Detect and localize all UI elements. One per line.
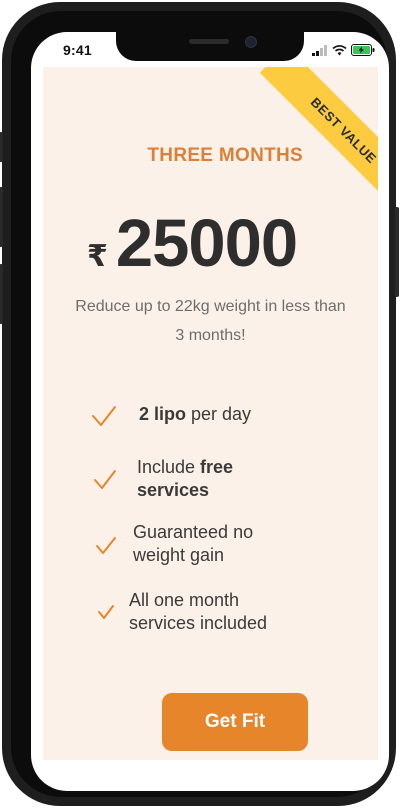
phone-bezel: 9:41 BEST VALUE THREE MONTHS ₹ 25000 Red… xyxy=(11,11,389,797)
check-icon xyxy=(94,470,116,489)
check-icon xyxy=(96,537,116,554)
feature-text: Include free services xyxy=(137,457,234,500)
check-icon xyxy=(92,406,116,426)
volume-up-button xyxy=(0,187,3,247)
speaker xyxy=(189,39,229,44)
volume-down-button xyxy=(0,264,3,324)
pricing-card: BEST VALUE THREE MONTHS ₹ 25000 Reduce u… xyxy=(43,67,378,760)
signal-icon xyxy=(312,44,327,56)
status-icons xyxy=(312,44,375,56)
get-fit-button[interactable]: Get Fit xyxy=(162,693,308,751)
front-camera xyxy=(245,36,257,48)
battery-charging-icon xyxy=(351,44,375,56)
feature-text: All one month services included xyxy=(129,590,268,633)
phone-frame: 9:41 BEST VALUE THREE MONTHS ₹ 25000 Red… xyxy=(0,2,399,806)
feature-item: 2 lipo per day xyxy=(91,403,251,427)
feature-item: All one month services included xyxy=(97,589,309,635)
feature-list: 2 lipo per day Include free services Gua… xyxy=(43,67,378,667)
wifi-icon xyxy=(332,44,347,55)
screen: 9:41 BEST VALUE THREE MONTHS ₹ 25000 Red… xyxy=(31,32,389,791)
status-time: 9:41 xyxy=(63,42,92,58)
feature-text: Guaranteed no weight gain xyxy=(133,522,254,565)
power-button xyxy=(395,207,399,297)
notch xyxy=(116,32,304,61)
check-icon xyxy=(98,605,114,619)
mute-switch xyxy=(0,132,3,162)
feature-item: Guaranteed no weight gain xyxy=(95,521,303,567)
feature-text: 2 lipo per day xyxy=(139,404,252,424)
feature-item: Include free services xyxy=(93,456,287,502)
